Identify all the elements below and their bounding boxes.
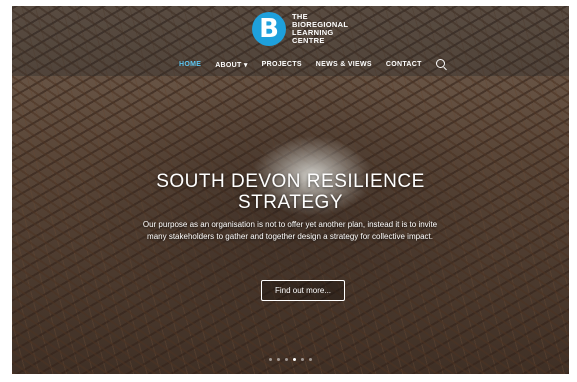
page-frame: B THE BIOREGIONAL LEARNING CENTRE HOME A…	[12, 6, 569, 374]
find-out-more-button[interactable]: Find out more...	[261, 280, 345, 301]
nav-item-contact[interactable]: CONTACT	[386, 61, 422, 68]
search-icon[interactable]	[435, 59, 445, 68]
nav-item-about[interactable]: ABOUT ▾	[215, 61, 247, 69]
logo-mark: B	[252, 12, 286, 46]
hero-title-line-1: SOUTH DEVON RESILIENCE	[156, 171, 425, 192]
nav-item-home[interactable]: HOME	[179, 61, 201, 68]
slider-pagination	[12, 358, 569, 361]
nav-item-projects[interactable]: PROJECTS	[262, 61, 302, 68]
slider-dot[interactable]	[309, 358, 312, 361]
site-logo[interactable]: B THE BIOREGIONAL LEARNING CENTRE	[252, 12, 348, 46]
slider-dot[interactable]	[269, 358, 272, 361]
slider-dot[interactable]	[277, 358, 280, 361]
main-nav: HOME ABOUT ▾ PROJECTS NEWS & VIEWS CONTA…	[179, 59, 445, 69]
nav-item-news-views[interactable]: NEWS & VIEWS	[316, 61, 372, 68]
slider-dot[interactable]	[285, 358, 288, 361]
hero-description: Our purpose as an organisation is not to…	[142, 220, 438, 241]
logo-text: THE BIOREGIONAL LEARNING CENTRE	[292, 13, 348, 45]
slider-dot[interactable]	[301, 358, 304, 361]
hero-title: SOUTH DEVON RESILIENCE STRATEGY	[12, 171, 569, 213]
logo-line-4: CENTRE	[292, 36, 325, 45]
slider-dot-active[interactable]	[293, 358, 296, 361]
hero-title-line-2: STRATEGY	[238, 192, 343, 213]
